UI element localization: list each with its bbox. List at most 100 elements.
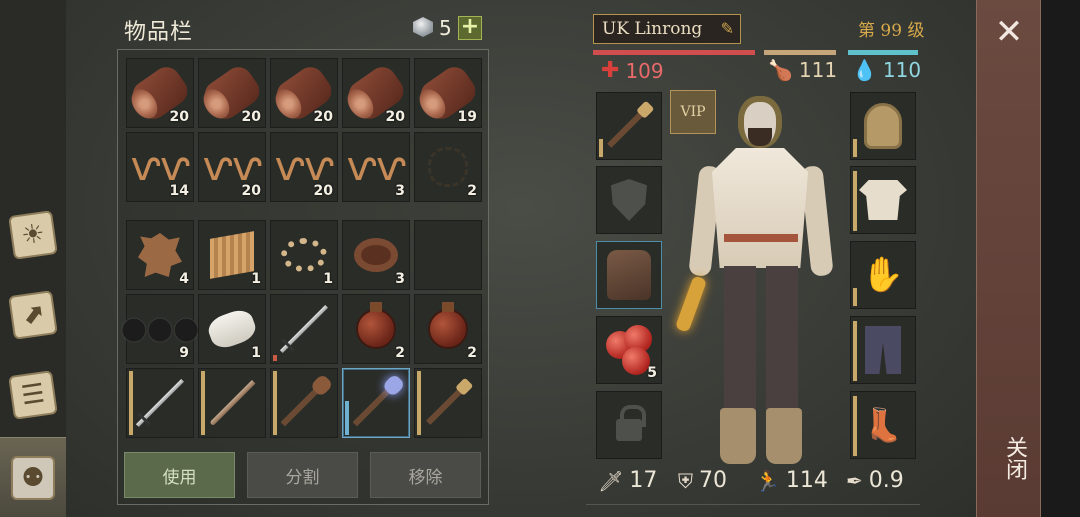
armor-stat: ⛨ 70: [678, 468, 727, 493]
weapon-slot[interactable]: [596, 92, 662, 160]
edit-quill-icon: ✎: [720, 19, 734, 38]
water-value: 110: [882, 58, 922, 82]
plant-fiber-icon: ⱱⱱ: [274, 144, 334, 190]
inventory-slot[interactable]: ●●● 9: [121, 294, 199, 364]
divider: [586, 504, 920, 505]
durability-bar: [201, 371, 205, 435]
locked-slot[interactable]: [596, 391, 662, 459]
inventory-slot[interactable]: 4: [126, 220, 194, 290]
backpack-icon: [607, 250, 651, 300]
torch-icon: [426, 381, 470, 425]
inventory-slot[interactable]: ⱱⱱ 20: [198, 132, 266, 202]
attack-value: 17: [629, 468, 658, 493]
durability-bar: [853, 139, 857, 157]
split-button[interactable]: 分割: [247, 452, 358, 498]
water-flask-icon: [428, 302, 468, 349]
inventory-slot[interactable]: 20: [198, 58, 266, 128]
inventory-grid-bottom: 4 1 1 3 ●●● 9 1 2 2: [121, 220, 484, 438]
backpack-slot[interactable]: [596, 241, 662, 309]
item-quantity: 2: [395, 345, 405, 361]
plant-fiber-icon: ⱱⱱ: [346, 144, 406, 190]
hands-slot[interactable]: ✋: [850, 241, 916, 309]
side-button-character[interactable]: ⚉: [0, 437, 66, 517]
speed-stat: 🏃 114: [755, 468, 828, 493]
durability-bar: [853, 321, 857, 381]
close-label[interactable]: 关闭: [988, 436, 1030, 480]
inventory-slot[interactable]: 1: [198, 294, 266, 364]
health-stat: ✚ 109: [601, 58, 664, 83]
shield-slot[interactable]: [596, 166, 662, 234]
inventory-slot[interactable]: 20: [126, 58, 194, 128]
inventory-slot[interactable]: 2: [414, 294, 482, 364]
health-bar: [593, 50, 755, 55]
boots-icon: 👢: [863, 406, 903, 444]
rope-icon: [281, 238, 327, 272]
armor-value: 70: [699, 468, 727, 493]
side-button-map[interactable]: ☰: [0, 360, 66, 430]
inventory-slot[interactable]: 1: [198, 220, 266, 290]
item-quantity: 2: [467, 183, 477, 199]
health-value: 109: [625, 58, 664, 83]
durability-bar: [273, 371, 277, 435]
inventory-slot[interactable]: 19: [414, 58, 482, 128]
running-man-icon: 🏃: [755, 468, 780, 493]
inventory-slot[interactable]: [126, 368, 194, 438]
item-quantity: 4: [179, 271, 189, 287]
inventory-slot[interactable]: 20: [342, 58, 410, 128]
item-quantity: 20: [385, 109, 405, 125]
plant-fiber-icon: ⱱⱱ: [202, 144, 262, 190]
inventory-slot[interactable]: ⱱⱱ 14: [126, 132, 194, 202]
inventory-slot[interactable]: [270, 368, 338, 438]
inventory-slot[interactable]: 20: [270, 58, 338, 128]
inventory-slot-empty[interactable]: [414, 220, 482, 290]
inventory-slot[interactable]: [270, 294, 338, 364]
weight-feather-icon: ✒: [846, 468, 863, 493]
use-button[interactable]: 使用: [124, 452, 235, 498]
feet-slot[interactable]: 👢: [850, 391, 916, 459]
item-quantity: 20: [241, 183, 261, 199]
gem-count: 5: [439, 16, 452, 40]
sword-icon: [279, 304, 329, 354]
legs-slot[interactable]: [850, 316, 916, 384]
close-icon[interactable]: ✕: [990, 12, 1028, 52]
scroll-map-icon: ☰: [8, 370, 58, 420]
item-quantity: 9: [179, 345, 189, 361]
pants-icon: [865, 326, 901, 374]
cloth-icon: [210, 231, 254, 279]
mace-icon: [280, 379, 328, 427]
inventory-slot[interactable]: 2: [414, 132, 482, 202]
food-value: 111: [798, 58, 838, 82]
inventory-slot[interactable]: 1: [270, 220, 338, 290]
side-button-craft[interactable]: ⬈: [0, 280, 66, 350]
inventory-slot[interactable]: [198, 368, 266, 438]
attack-stat: 🗡 17: [598, 468, 657, 493]
food-slot[interactable]: 5: [596, 316, 662, 384]
club-icon: [607, 104, 651, 148]
head-slot[interactable]: [850, 92, 916, 160]
add-gems-button[interactable]: +: [458, 16, 482, 40]
item-quantity: 20: [241, 109, 261, 125]
inventory-grid-top: 20 20 20 20 19 ⱱⱱ 14 ⱱⱱ 20 ⱱⱱ 20 ⱱⱱ 3 2: [126, 58, 484, 202]
inventory-slot[interactable]: ⱱⱱ 3: [342, 132, 410, 202]
side-button-journal[interactable]: ☀: [0, 200, 66, 270]
item-quantity: 14: [169, 183, 189, 199]
inventory-slot[interactable]: [414, 368, 482, 438]
item-quantity: 20: [313, 109, 333, 125]
inventory-slot[interactable]: 3: [342, 220, 410, 290]
chest-slot[interactable]: [850, 166, 916, 234]
durability-bar: [345, 401, 349, 435]
attack-sword-icon: 🗡: [598, 468, 624, 493]
hood-icon: [864, 103, 902, 149]
remove-button[interactable]: 移除: [370, 452, 481, 498]
inventory-slot[interactable]: 2: [342, 294, 410, 364]
inventory-slot-selected[interactable]: [342, 368, 410, 438]
sun-book-icon: ☀: [8, 210, 58, 260]
water-bar: [848, 50, 918, 55]
food-bar: [764, 50, 836, 55]
sword-icon: [135, 378, 185, 428]
item-quantity: 20: [313, 183, 333, 199]
character-name-badge[interactable]: UK Linrong ✎: [593, 14, 741, 44]
durability-bar: [853, 171, 857, 231]
inventory-slot[interactable]: ⱱⱱ 20: [270, 132, 338, 202]
leather-strap-icon: [354, 238, 398, 272]
